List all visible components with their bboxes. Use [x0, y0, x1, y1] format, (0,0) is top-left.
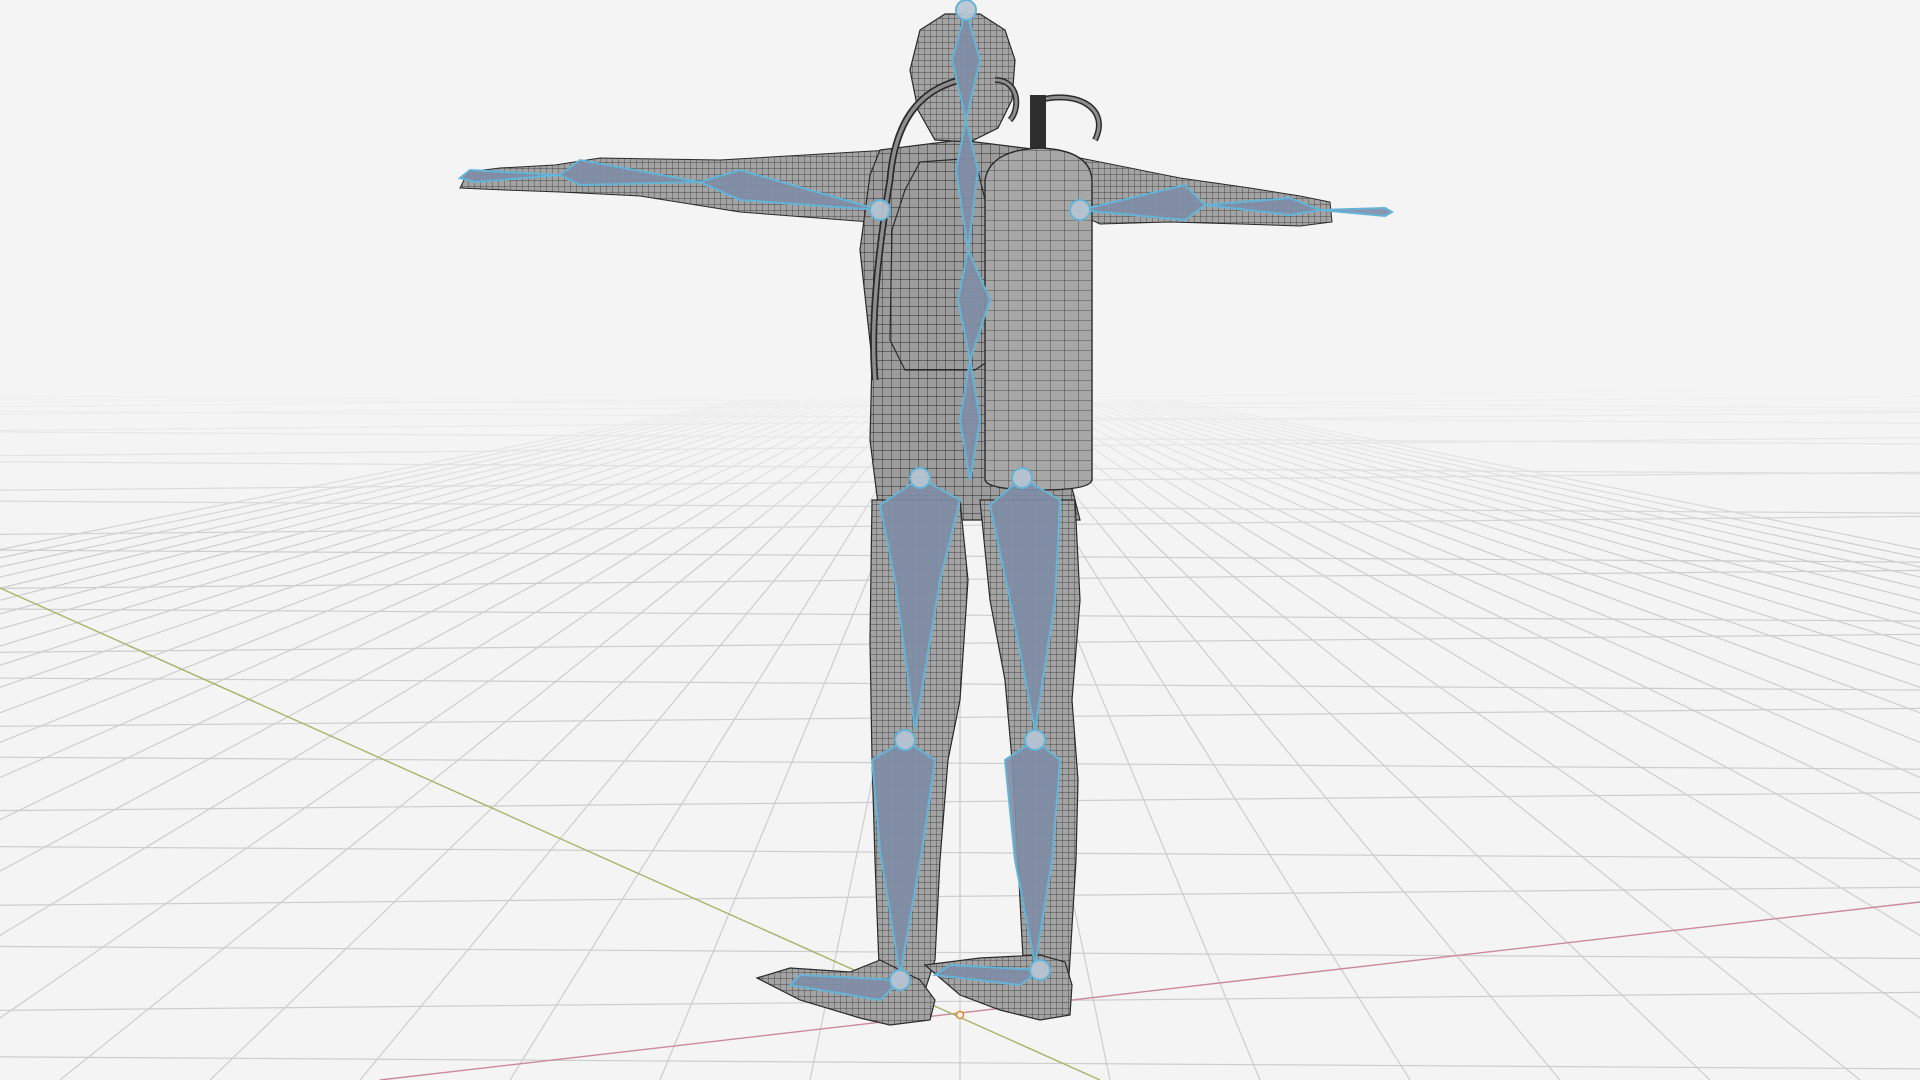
scuba-tank-mesh — [984, 147, 1093, 491]
tank-valve — [1030, 95, 1046, 155]
bone-joint[interactable] — [1011, 467, 1033, 489]
bone-joint[interactable] — [955, 0, 977, 21]
bone-joint[interactable] — [894, 729, 916, 751]
bone-joint[interactable] — [1069, 199, 1091, 221]
bone-joint[interactable] — [869, 199, 891, 221]
object-origin[interactable] — [955, 1010, 965, 1020]
bone-joint[interactable] — [889, 969, 911, 991]
bone-joint[interactable] — [909, 467, 931, 489]
bone-joint[interactable] — [1029, 959, 1051, 981]
viewport-canvas[interactable] — [0, 0, 1920, 1080]
bone-joint[interactable] — [1024, 729, 1046, 751]
3d-viewport[interactable] — [0, 0, 1920, 1080]
